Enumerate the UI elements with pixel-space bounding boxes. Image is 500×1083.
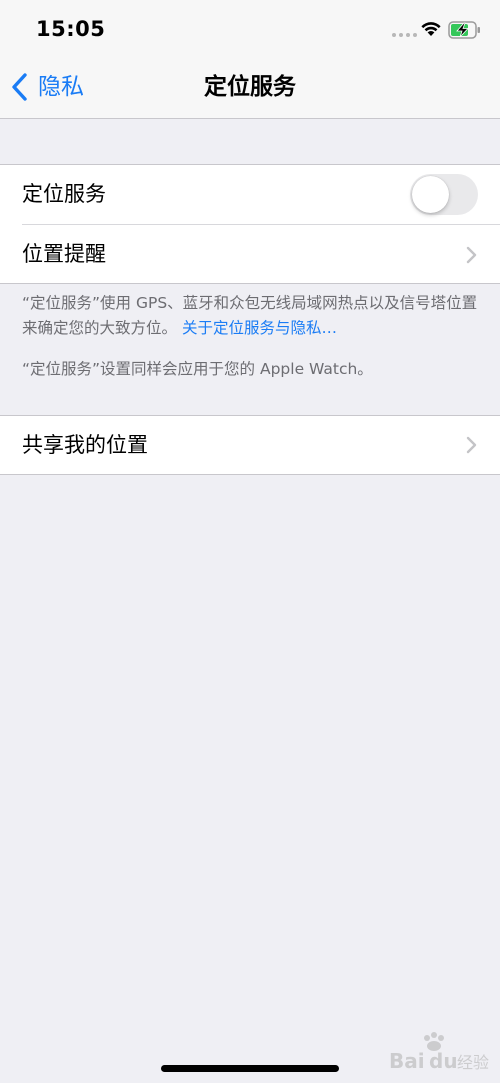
chevron-right-icon	[466, 436, 477, 454]
location-services-row: 定位服务	[0, 165, 500, 225]
settings-group-location: 定位服务 位置提醒	[0, 164, 500, 284]
chevron-right-icon	[466, 246, 477, 264]
location-alerts-label: 位置提醒	[22, 242, 106, 266]
status-time: 15:05	[36, 17, 106, 41]
svg-text:经验: 经验	[457, 1053, 489, 1072]
page-title: 定位服务	[204, 74, 296, 100]
status-bar: 15:05	[0, 0, 500, 56]
location-services-toggle[interactable]	[410, 174, 478, 215]
nav-bar: 隐私 定位服务	[0, 56, 500, 119]
apple-watch-footer: “定位服务”设置同样会应用于您的 Apple Watch。	[22, 360, 373, 378]
baidu-watermark-logo: Bai du 经验	[389, 1032, 489, 1073]
privacy-link[interactable]: 关于定位服务与隐私…	[182, 319, 337, 337]
wifi-icon	[421, 22, 441, 36]
share-location-label: 共享我的位置	[22, 433, 148, 457]
location-alerts-row[interactable]: 位置提醒	[0, 225, 500, 284]
svg-text:du: du	[429, 1049, 458, 1073]
signal-dots-icon	[392, 33, 417, 37]
toggle-knob	[412, 176, 449, 213]
share-location-row[interactable]: 共享我的位置	[0, 416, 500, 475]
battery-charging-icon	[448, 21, 480, 39]
home-indicator[interactable]	[161, 1065, 339, 1072]
settings-group-share: 共享我的位置	[0, 415, 500, 475]
svg-text:Bai: Bai	[389, 1049, 425, 1073]
location-services-label: 定位服务	[22, 182, 106, 206]
location-services-footer: “定位服务”使用 GPS、蓝牙和众包无线局域网热点以及信号塔位置来确定您的大致方…	[22, 291, 482, 341]
